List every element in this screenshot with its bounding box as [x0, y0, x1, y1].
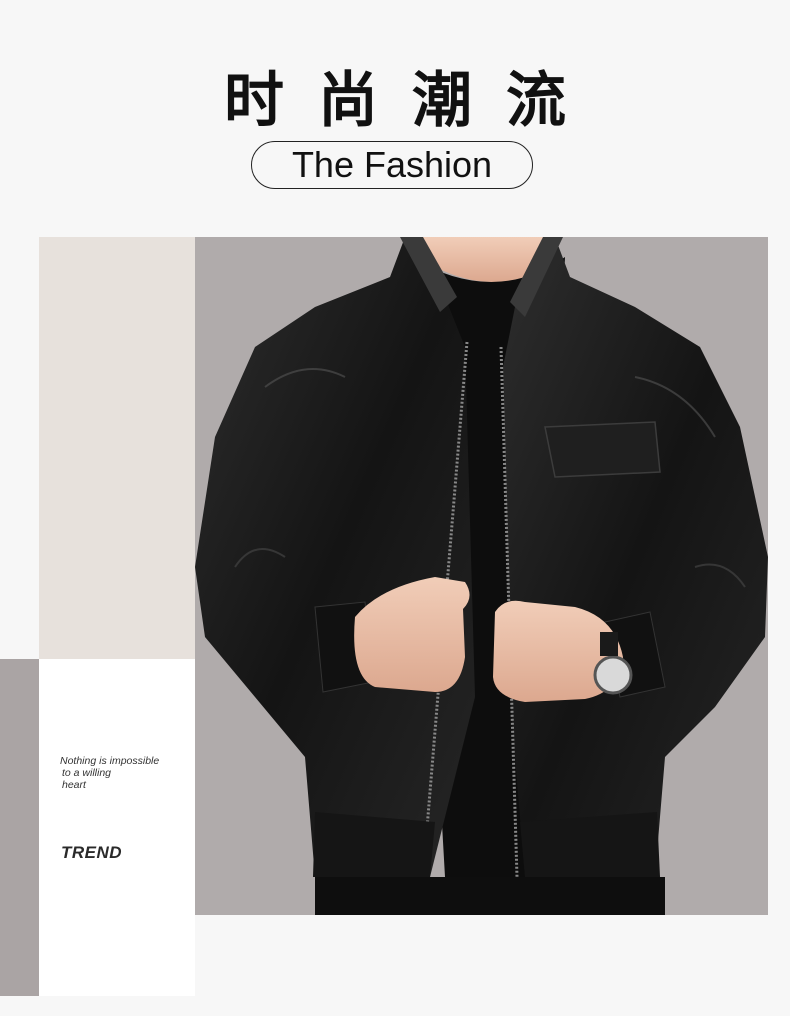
page-title-cn: 时尚潮流 [224, 66, 600, 136]
quote-line-3: heart [62, 779, 86, 791]
grey-decor-strip [0, 659, 39, 996]
trend-label: TREND [61, 843, 123, 862]
quote-line-1: Nothing is impossible [60, 755, 160, 767]
fashion-pill-label: The Fashion [251, 141, 533, 189]
quote-text: Nothing is impossible to a willing heart [60, 755, 180, 791]
quote-line-2: to a willing [62, 767, 112, 779]
fashion-subtitle: The Fashion [291, 144, 493, 185]
white-decor-block [39, 659, 195, 996]
beige-decor-block [39, 237, 195, 659]
leather-jacket-illustration [195, 237, 768, 915]
product-photo [195, 237, 768, 915]
